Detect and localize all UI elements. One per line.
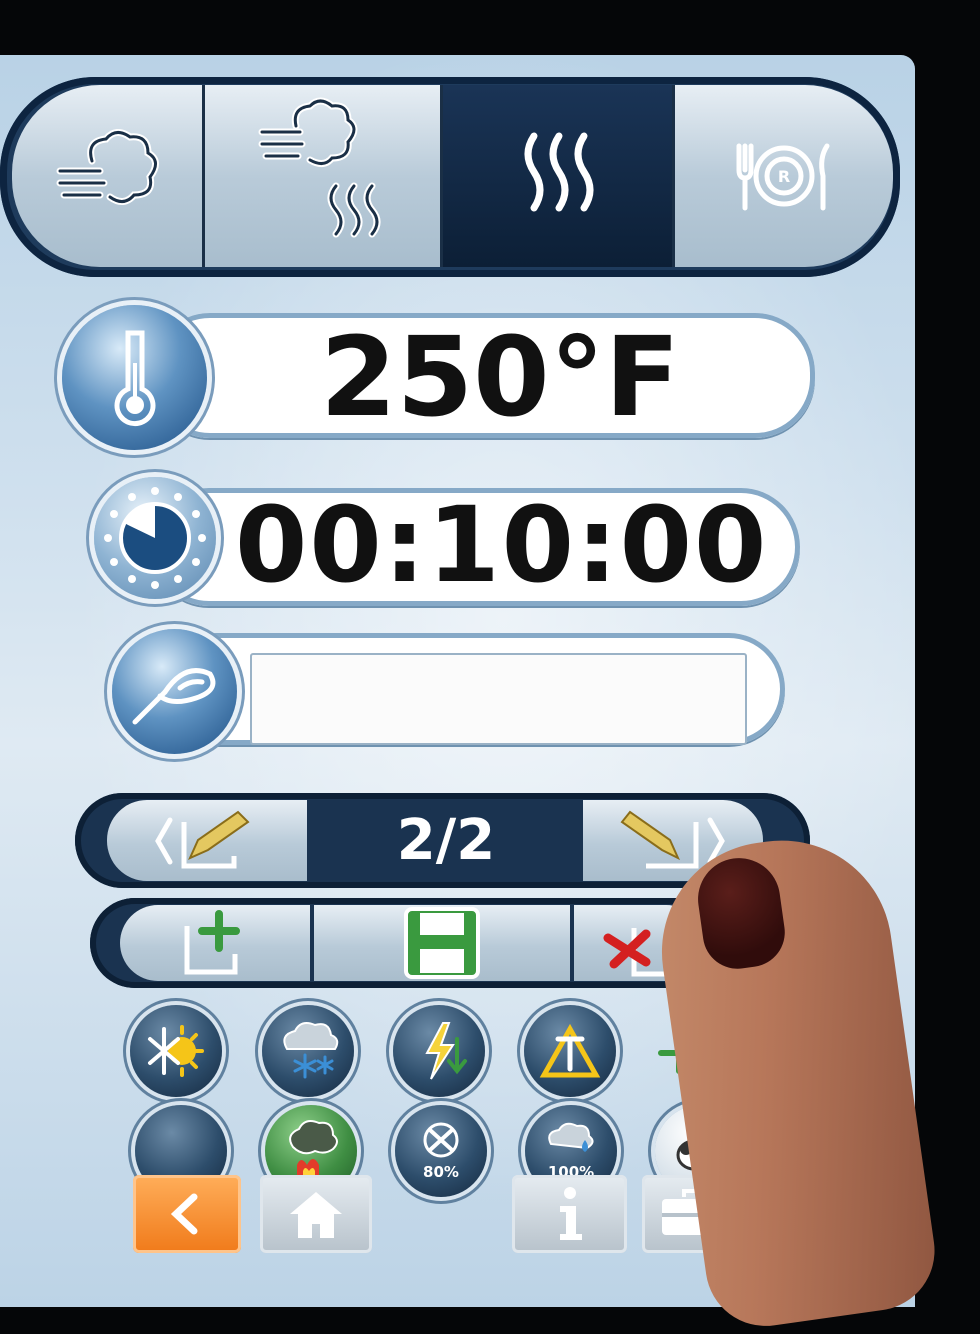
core-probe-button[interactable] (112, 629, 237, 754)
cooking-mode-bar: R (0, 77, 900, 277)
timer-button[interactable] (94, 477, 216, 599)
fan-speed-button[interactable]: 80% (395, 1105, 487, 1197)
add-step-button[interactable] (120, 905, 310, 981)
delta-t-button[interactable] (524, 1005, 616, 1097)
mode-steam[interactable] (12, 85, 205, 267)
svg-text:R: R (778, 167, 790, 186)
back-button[interactable] (133, 1175, 241, 1253)
cloud-snow-icon (283, 1022, 339, 1079)
cool-down-button[interactable] (130, 1005, 222, 1097)
timer-icon (104, 487, 206, 589)
program-action-bar (90, 898, 730, 988)
lightning-icon (425, 1022, 467, 1080)
core-probe-icon (132, 667, 215, 724)
info-button[interactable] (512, 1175, 627, 1253)
timer-value: 00:10:00 (235, 484, 769, 606)
temperature-value: 250°F (320, 313, 680, 441)
add-step-icon (184, 910, 240, 975)
fan-icon (423, 1122, 459, 1158)
delta-t-icon (539, 1023, 601, 1078)
mode-hot-air[interactable] (443, 85, 675, 267)
save-icon (404, 907, 480, 979)
blank-icon (176, 1146, 186, 1156)
home-icon (290, 1192, 342, 1238)
steam-icon (56, 129, 159, 205)
mode-regenerate[interactable]: R (672, 85, 893, 267)
back-arrow-icon (170, 1193, 198, 1235)
humidity-cold-button[interactable] (262, 1005, 354, 1097)
fan-speed-label: 80% (423, 1163, 459, 1181)
energy-button[interactable] (393, 1005, 485, 1097)
thermometer-icon (114, 330, 155, 426)
save-button[interactable] (314, 905, 570, 981)
hot-air-icon (524, 132, 594, 212)
info-icon (559, 1187, 582, 1240)
temperature-button[interactable] (62, 305, 207, 450)
prev-step-edit-icon (155, 810, 250, 868)
plate-regenerate-icon: R (736, 143, 830, 211)
mode-combi[interactable] (205, 85, 443, 267)
probe-field[interactable] (250, 653, 747, 745)
humidity-icon (548, 1122, 594, 1152)
program-step-indicator: 2/2 (396, 808, 496, 873)
prev-step-button[interactable] (107, 800, 307, 881)
sun-snowflake-icon (148, 1025, 204, 1077)
steam-heat-icon (258, 97, 380, 238)
home-button[interactable] (260, 1175, 372, 1253)
